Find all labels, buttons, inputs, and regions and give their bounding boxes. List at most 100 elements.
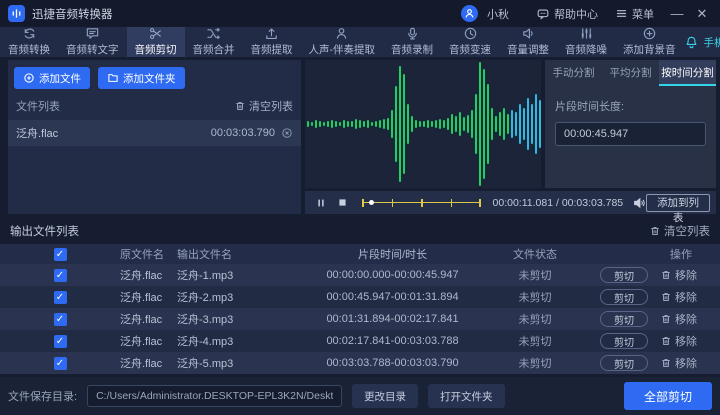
waveform-bar-green [355, 119, 357, 129]
pause-button[interactable] [315, 197, 327, 209]
content-area: 添加文件 添加文件夹 文件列表 清空列表 泛舟.flac00 [0, 57, 720, 215]
row-cut-button[interactable]: 剪切 [600, 333, 648, 349]
row-output-name: 泛舟-5.mp3 [175, 355, 305, 371]
row-remove-button[interactable]: 移除 [660, 333, 697, 349]
tab-audio-speed[interactable]: 音频变速 [441, 27, 499, 57]
row-cut-button[interactable]: 剪切 [600, 355, 648, 371]
file-list-label: 文件列表 [16, 98, 60, 114]
waveform-bar-green [319, 121, 321, 127]
split-body: 片段时间长度: [545, 86, 716, 146]
waveform-bar-green [423, 121, 425, 127]
row-checkbox-cell: ✓ [0, 335, 90, 348]
waveform-bar-cyan [511, 110, 513, 138]
ringtone-icon [684, 35, 699, 50]
minimize-button[interactable]: — [669, 6, 685, 21]
row-output-name: 泛舟-4.mp3 [175, 333, 305, 349]
select-all-checkbox[interactable]: ✓ [54, 248, 67, 261]
waveform-bar-green [507, 114, 509, 134]
waveform-bar-green [499, 112, 501, 136]
playhead-handle[interactable] [369, 200, 374, 205]
row-remove-button[interactable]: 移除 [660, 355, 697, 371]
timeline-tick [392, 199, 394, 207]
output-list-title: 输出文件列表 [10, 223, 79, 239]
tab-audio-to-text[interactable]: 音频转文字 [58, 27, 127, 57]
row-output-name: 泛舟-1.mp3 [175, 267, 305, 283]
col-header-ops: 操作 [590, 246, 720, 262]
tab-audio-denoise[interactable]: 音频降噪 [557, 27, 615, 57]
tab-audio-extract[interactable]: 音频提取 [243, 27, 301, 57]
playback-timeline[interactable] [362, 197, 481, 209]
waveform-bar-cyan [539, 100, 541, 148]
volume-icon [521, 26, 536, 41]
col-header-status: 文件状态 [480, 246, 590, 262]
ringtone-tool-link[interactable]: 手机铃声制作小工具 [684, 27, 720, 57]
row-time-range: 00:00:45.947-00:01:31.894 [305, 291, 480, 303]
clear-output-list-button[interactable]: 清空列表 [649, 223, 710, 239]
row-source-name: 泛舟.flac [90, 333, 175, 349]
add-folder-button[interactable]: 添加文件夹 [98, 67, 185, 89]
split-panel: 手动分割平均分割按时间分割 片段时间长度: [545, 60, 716, 188]
waveform-bar-green [311, 122, 313, 126]
row-remove-button[interactable]: 移除 [660, 267, 697, 283]
save-dir-input[interactable] [87, 385, 342, 407]
tab-add-bg-music[interactable]: 添加背景音 [615, 27, 684, 57]
total-time: 00:03:03.785 [562, 197, 623, 209]
row-cut-button[interactable]: 剪切 [600, 289, 648, 305]
add-folder-label: 添加文件夹 [123, 71, 176, 86]
split-tab-time-split[interactable]: 按时间分割 [659, 60, 716, 86]
waveform-bar-green [339, 122, 341, 126]
row-cut-button[interactable]: 剪切 [600, 267, 648, 283]
close-button[interactable]: ✕ [694, 6, 710, 22]
row-checkbox[interactable]: ✓ [54, 335, 67, 348]
row-cut-button[interactable]: 剪切 [600, 311, 648, 327]
open-folder-button[interactable]: 打开文件夹 [428, 384, 505, 408]
remove-file-icon[interactable] [281, 127, 293, 139]
waveform-bar-green [495, 116, 497, 132]
username-label: 小秋 [487, 6, 509, 22]
cut-all-button[interactable]: 全部剪切 [624, 382, 712, 410]
menu-button[interactable]: 菜单 [615, 6, 654, 22]
waveform-bar-green [307, 121, 309, 127]
row-checkbox-cell: ✓ [0, 291, 90, 304]
add-to-list-button[interactable]: 添加到列表 [646, 194, 710, 212]
split-tab-average-split[interactable]: 平均分割 [602, 60, 659, 86]
row-checkbox[interactable]: ✓ [54, 291, 67, 304]
tab-audio-merge[interactable]: 音频合并 [185, 27, 243, 57]
row-source-name: 泛舟.flac [90, 267, 175, 283]
waveform-bar-green [459, 112, 461, 136]
folder-icon [107, 72, 119, 84]
tab-audio-record[interactable]: 音频录制 [383, 27, 441, 57]
tab-audio-cut[interactable]: 音频剪切 [127, 27, 185, 57]
username[interactable]: 小秋 [487, 6, 509, 22]
stop-button[interactable] [337, 197, 348, 208]
file-list: 泛舟.flac00:03:03.790 [8, 120, 301, 146]
tab-audio-convert[interactable]: 音频转换 [0, 27, 58, 57]
add-file-button[interactable]: 添加文件 [14, 67, 90, 89]
help-center-button[interactable]: 帮助中心 [536, 6, 598, 22]
waveform-bar-green [435, 120, 437, 128]
row-status: 未剪切 [480, 289, 590, 305]
tab-volume-adjust[interactable]: 音量调整 [499, 27, 557, 57]
avatar[interactable] [461, 5, 478, 22]
row-remove-button[interactable]: 移除 [660, 311, 697, 327]
file-list-item[interactable]: 泛舟.flac00:03:03.790 [8, 120, 301, 146]
row-checkbox[interactable]: ✓ [54, 269, 67, 282]
row-status: 未剪切 [480, 311, 590, 327]
tab-label: 音量调整 [507, 42, 549, 57]
clear-output-list-label: 清空列表 [664, 223, 710, 239]
waveform-display[interactable] [305, 60, 541, 188]
tab-vocal-extract[interactable]: 人声-伴奏提取 [301, 27, 384, 57]
row-status: 未剪切 [480, 355, 590, 371]
waveform-bar-green [343, 120, 345, 128]
row-checkbox[interactable]: ✓ [54, 313, 67, 326]
row-remove-button[interactable]: 移除 [660, 289, 697, 305]
speaker-icon[interactable] [632, 196, 646, 210]
split-tab-manual-split[interactable]: 手动分割 [545, 60, 602, 86]
clear-file-list-button[interactable]: 清空列表 [234, 98, 293, 114]
segment-duration-input[interactable] [555, 122, 706, 146]
row-checkbox[interactable]: ✓ [54, 357, 67, 370]
tab-label: 音频转文字 [66, 42, 119, 57]
tab-label: 人声-伴奏提取 [309, 42, 376, 57]
change-dir-button[interactable]: 更改目录 [352, 384, 418, 408]
row-checkbox-cell: ✓ [0, 357, 90, 370]
